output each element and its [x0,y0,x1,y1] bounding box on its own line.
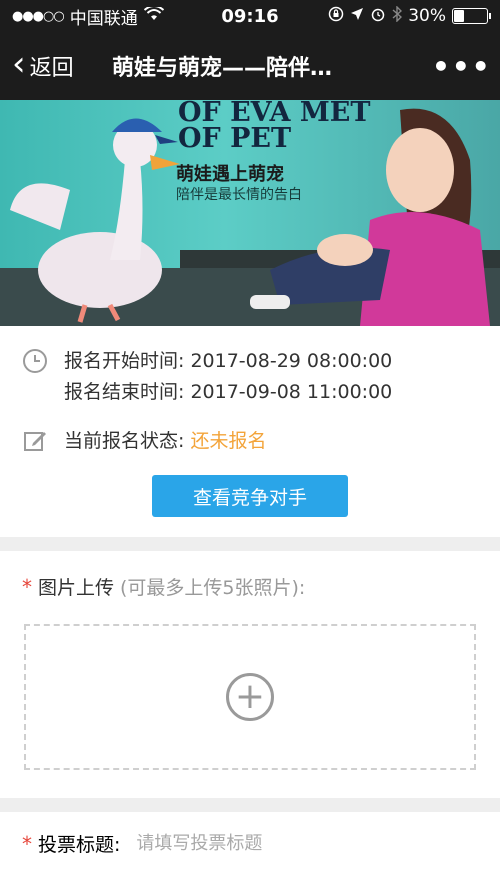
clock-icon [23,349,47,373]
vote-title-input[interactable] [136,833,478,854]
more-options-icon[interactable]: ••• [432,50,490,83]
start-time-label: 报名开始时间: [64,350,185,372]
page-title: 萌娃与萌宠——陪伴… [112,56,333,81]
signal-strength-icon: ●●●○○ [12,8,65,24]
end-time-value: 2017-09-08 11:00:00 [190,381,393,403]
wifi-icon [143,5,164,26]
back-label: 返回 [29,56,74,81]
registration-info-section: 报名开始时间: 2017-08-29 08:00:00 报名结束时间: 2017… [0,326,500,537]
battery-icon [452,8,491,24]
end-time-label: 报名结束时间: [64,381,185,403]
required-mark: * [22,831,32,856]
image-upload-dropzone[interactable]: + [24,624,476,770]
registration-times: 报名开始时间: 2017-08-29 08:00:00 报名结束时间: 2017… [64,346,392,408]
registration-status-row: 当前报名状态: 还未报名 [22,426,478,457]
vote-title-label: 投票标题: [38,834,121,856]
status-label: 当前报名状态: [64,430,185,452]
rival-button-wrap: 查看竞争对手 [22,475,478,517]
registration-status: 当前报名状态: 还未报名 [64,426,266,457]
view-competitors-button[interactable]: 查看竞争对手 [152,475,348,517]
rotation-lock-icon [328,6,344,27]
chevron-left-icon: ‹ [12,44,26,84]
required-mark: * [22,574,32,599]
status-value: 还未报名 [190,430,267,452]
section-divider [0,537,500,551]
carrier-name: 中国联通 [69,8,138,29]
bluetooth-icon [392,4,403,27]
duck-illustration [10,118,180,323]
section-divider [0,798,500,812]
back-button[interactable]: ‹ 返回 [12,44,112,84]
alarm-icon [370,6,386,27]
registration-time-row: 报名开始时间: 2017-08-29 08:00:00 报名结束时间: 2017… [22,346,478,408]
location-icon [350,6,364,26]
edit-icon [24,432,46,451]
event-banner-image: OF EVA MET OF PET 萌娃遇上萌宠 陪伴是最长情的告白 [0,100,500,326]
start-time-line: 报名开始时间: 2017-08-29 08:00:00 [64,346,392,377]
end-time-line: 报名结束时间: 2017-09-08 11:00:00 [64,377,392,408]
status-bar: ●●●○○ 中国联通 09:16 30% [0,0,500,32]
upload-hint: (可最多上传5张照片): [120,577,306,599]
upload-label-text: 图片上传 [38,577,115,599]
girl-illustration [250,108,490,326]
nav-bar: ‹ 返回 萌娃与萌宠——陪伴… ••• [0,32,500,100]
start-time-value: 2017-08-29 08:00:00 [190,350,393,372]
vote-title-field: * 投票标题: [0,812,500,872]
status-right: 30% [328,4,491,27]
image-upload-label: * 图片上传 (可最多上传5张照片): [22,573,478,600]
battery-level [454,10,464,22]
image-upload-section: * 图片上传 (可最多上传5张照片): + [0,551,500,798]
battery-percent: 30% [408,6,446,26]
add-image-icon[interactable]: + [226,673,274,721]
status-left: ●●●○○ 中国联通 [12,4,164,29]
